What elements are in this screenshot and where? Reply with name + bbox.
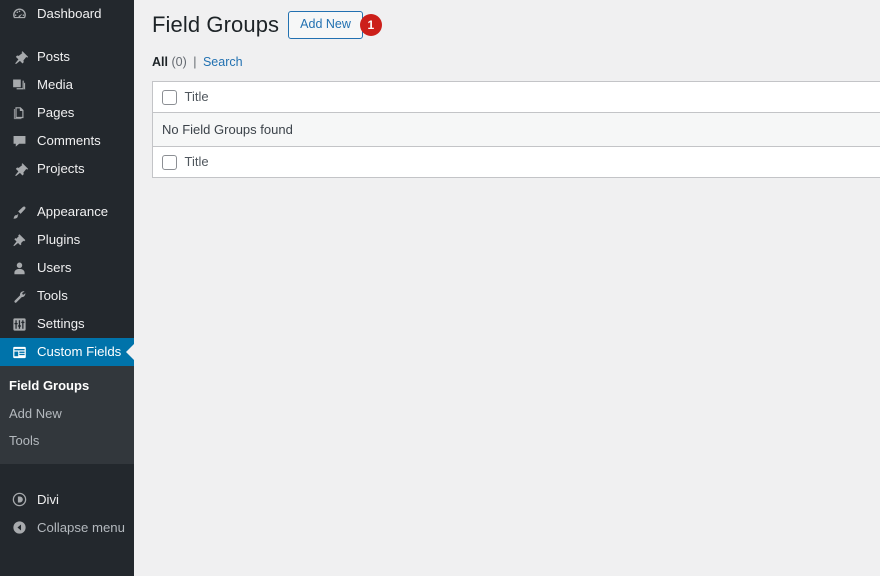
- sidebar-item-projects[interactable]: Projects: [0, 155, 134, 183]
- sidebar-submenu-custom-fields: Field Groups Add New Tools: [0, 366, 134, 464]
- table-header: Title: [153, 81, 880, 112]
- sidebar-divider: [0, 183, 134, 198]
- sidebar-item-dashboard[interactable]: Dashboard: [0, 0, 134, 28]
- wordpress-admin-screen: Dashboard Posts: [0, 0, 880, 576]
- sidebar-item-label: Posts: [37, 50, 70, 63]
- page-header: Field Groups Add New 1: [152, 8, 880, 42]
- sidebar-item-pages[interactable]: Pages: [0, 99, 134, 127]
- pages-icon: [9, 103, 29, 123]
- sidebar-item-label: Media: [37, 78, 73, 91]
- select-all-checkbox[interactable]: [162, 90, 177, 105]
- filter-links: All (0) | Search: [152, 54, 880, 72]
- sidebar-item-label: Tools: [37, 289, 68, 302]
- sidebar-item-users[interactable]: Users: [0, 254, 134, 282]
- page-title: Field Groups: [152, 11, 279, 40]
- users-icon: [9, 258, 29, 278]
- sidebar-item-settings[interactable]: Settings: [0, 310, 134, 338]
- sidebar-item-label: Custom Fields: [37, 345, 121, 358]
- appearance-brush-icon: [9, 202, 29, 222]
- sidebar-item-divi[interactable]: Divi: [0, 486, 134, 514]
- media-icon: [9, 75, 29, 95]
- submenu-item-tools[interactable]: Tools: [0, 427, 134, 455]
- sidebar-item-label: Appearance: [37, 205, 108, 218]
- pin-icon: [9, 47, 29, 67]
- select-all-header-cell: [153, 81, 184, 112]
- admin-content-area: Field Groups Add New 1 All (0) | Search: [134, 0, 880, 576]
- table-body: No Field Groups found: [153, 112, 880, 146]
- sidebar-secondary-group: Appearance Plugins Users: [0, 198, 134, 366]
- add-new-wrapper: Add New 1: [288, 11, 363, 39]
- sidebar-item-posts[interactable]: Posts: [0, 43, 134, 71]
- column-footer-title: Title: [184, 146, 880, 177]
- sidebar-divider: [0, 28, 134, 43]
- filter-all-count: (0): [171, 55, 186, 69]
- sort-title-link[interactable]: Title: [185, 89, 209, 104]
- sidebar-item-comments[interactable]: Comments: [0, 127, 134, 155]
- sidebar-item-label: Projects: [37, 162, 85, 175]
- plugins-plug-icon: [9, 230, 29, 250]
- submenu-item-add-new[interactable]: Add New: [0, 400, 134, 428]
- select-all-footer-cell: [153, 146, 184, 177]
- sidebar-primary-group: Dashboard Posts: [0, 0, 134, 183]
- comments-icon: [9, 131, 29, 151]
- tools-wrench-icon: [9, 286, 29, 306]
- search-link[interactable]: Search: [203, 55, 243, 69]
- empty-message-cell: No Field Groups found: [153, 112, 880, 146]
- sidebar-item-label: Settings: [37, 317, 85, 330]
- sort-title-link-footer[interactable]: Title: [185, 154, 209, 169]
- sidebar-item-label: Plugins: [37, 233, 80, 246]
- collapse-left-arrow-icon: [9, 518, 29, 538]
- sidebar-item-label: Dashboard: [37, 7, 102, 20]
- filter-all-link[interactable]: All: [152, 55, 168, 69]
- select-all-checkbox-footer[interactable]: [162, 155, 177, 170]
- sidebar-item-appearance[interactable]: Appearance: [0, 198, 134, 226]
- sidebar-item-label: Pages: [37, 106, 74, 119]
- sidebar-item-label: Users: [37, 261, 71, 274]
- sidebar-item-label: Collapse menu: [37, 521, 125, 534]
- admin-sidebar-menu: Dashboard Posts: [0, 0, 134, 576]
- column-header-title: Title: [184, 81, 880, 112]
- page-wrap: Field Groups Add New 1 All (0) | Search: [134, 0, 880, 178]
- table-empty-row: No Field Groups found: [153, 112, 880, 146]
- submenu-item-field-groups[interactable]: Field Groups: [0, 372, 134, 400]
- sidebar-item-label: Comments: [37, 134, 101, 147]
- step-badge-1: 1: [360, 14, 382, 36]
- table-header-row: Title: [153, 81, 880, 112]
- settings-sliders-icon: [9, 314, 29, 334]
- current-menu-arrow-icon: [126, 344, 134, 360]
- sidebar-bottom-group: Divi Collapse menu: [0, 486, 134, 542]
- filter-separator: |: [193, 55, 196, 69]
- sidebar-item-tools[interactable]: Tools: [0, 282, 134, 310]
- add-new-button[interactable]: Add New: [288, 11, 363, 39]
- sidebar-item-plugins[interactable]: Plugins: [0, 226, 134, 254]
- pin-icon: [9, 159, 29, 179]
- sidebar-item-custom-fields[interactable]: Custom Fields: [0, 338, 134, 366]
- sidebar-item-label: Divi: [37, 493, 59, 506]
- custom-fields-layout-icon: [9, 342, 29, 362]
- table-footer: Title: [153, 146, 880, 177]
- field-groups-table: Title No Field Groups found: [152, 81, 880, 178]
- divi-circle-d-icon: [9, 490, 29, 510]
- sidebar-item-media[interactable]: Media: [0, 71, 134, 99]
- table-footer-row: Title: [153, 146, 880, 177]
- sidebar-item-collapse-menu[interactable]: Collapse menu: [0, 514, 134, 542]
- dashboard-icon: [9, 4, 29, 24]
